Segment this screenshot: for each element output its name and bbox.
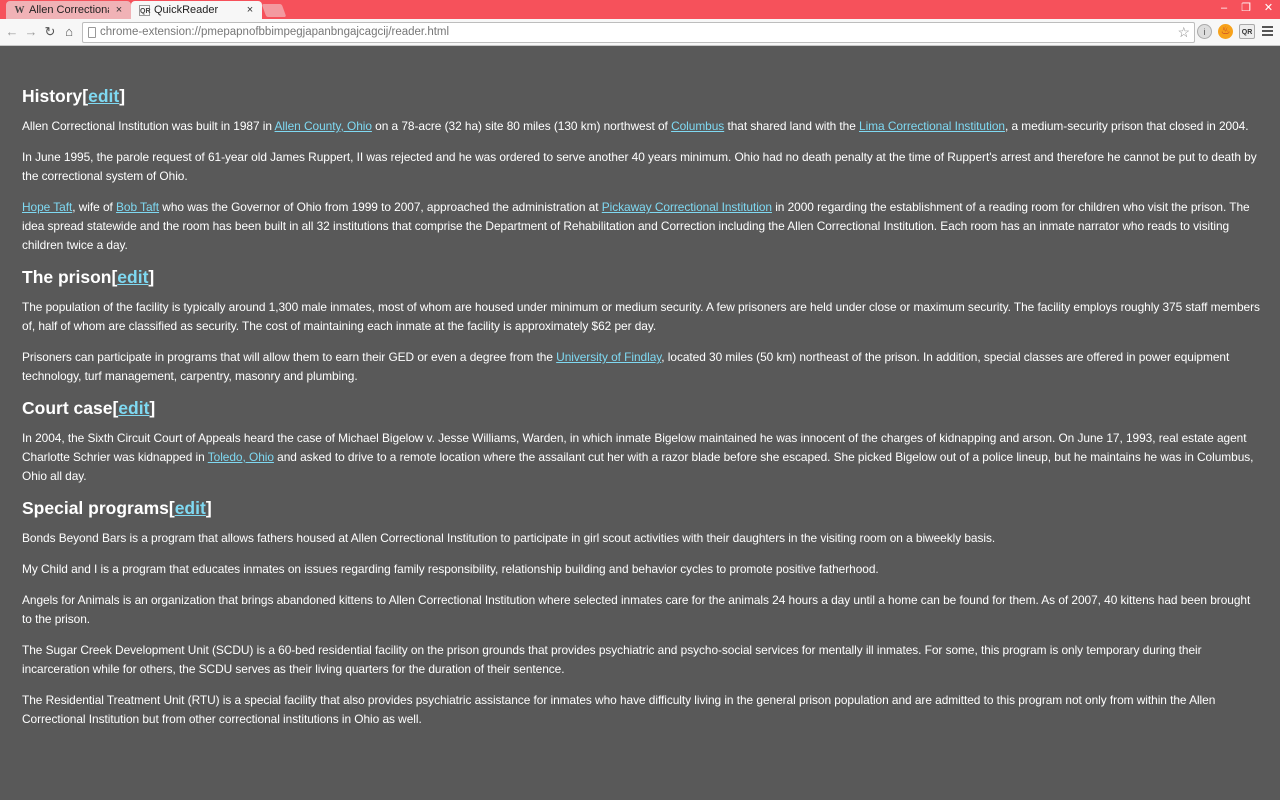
section-court-case: Court case[edit] In 2004, the Sixth Circ… xyxy=(22,396,1260,486)
reader-content: History[edit] Allen Correctional Institu… xyxy=(22,84,1260,741)
paragraph: Angels for Animals is an organization th… xyxy=(22,593,1251,626)
section-the-prison: The prison[edit] The population of the f… xyxy=(22,265,1260,386)
edit-link[interactable]: edit xyxy=(175,498,206,518)
section-heading: Court case[edit] xyxy=(22,398,156,418)
edit-link[interactable]: edit xyxy=(118,398,149,418)
tab-close-icon[interactable]: × xyxy=(113,4,125,16)
tab-title: QuickReader xyxy=(154,4,219,16)
browser-toolbar: ← → ↻ ⌂ chrome-extension://pmepapnofbbim… xyxy=(0,19,1280,46)
section-heading: The prison[edit] xyxy=(22,267,155,287)
paragraph: The Residential Treatment Unit (RTU) is … xyxy=(22,693,1216,726)
extension-flame-icon[interactable]: ♨ xyxy=(1218,24,1233,39)
reload-icon[interactable]: ↻ xyxy=(42,24,58,40)
hamburger-menu-icon[interactable] xyxy=(1262,26,1273,36)
maximize-button[interactable]: ❐ xyxy=(1235,0,1257,17)
paragraph: Hope Taft, wife of Bob Taft who was the … xyxy=(22,200,1250,252)
close-window-button[interactable]: ✕ xyxy=(1257,0,1280,17)
tab-allen-correctional[interactable]: W Allen Correctional Institution × xyxy=(6,1,131,19)
section-history: History[edit] Allen Correctional Institu… xyxy=(22,84,1260,255)
section-special-programs: Special programs[edit] Bonds Beyond Bars… xyxy=(22,496,1260,729)
page-icon xyxy=(88,27,96,38)
link-toledo-ohio[interactable]: Toledo, Ohio xyxy=(208,450,274,464)
paragraph: Prisoners can participate in programs th… xyxy=(22,350,1230,383)
link-pickaway-correctional[interactable]: Pickaway Correctional Institution xyxy=(602,200,772,214)
title-bar: W Allen Correctional Institution × QR Qu… xyxy=(0,0,1280,19)
tab-close-icon[interactable]: × xyxy=(244,4,256,16)
paragraph: The population of the facility is typica… xyxy=(22,300,1260,333)
link-allen-county[interactable]: Allen County, Ohio xyxy=(275,119,372,133)
forward-arrow-icon[interactable]: → xyxy=(23,24,39,40)
paragraph: My Child and I is a program that educate… xyxy=(22,562,879,576)
tab-title: Allen Correctional Institution xyxy=(29,4,109,16)
new-tab-button[interactable] xyxy=(261,4,287,17)
address-bar[interactable]: chrome-extension://pmepapnofbbimpegjapan… xyxy=(82,22,1195,43)
section-heading: Special programs[edit] xyxy=(22,498,212,518)
paragraph: In 2004, the Sixth Circuit Court of Appe… xyxy=(22,431,1254,483)
extension-info-icon[interactable]: i xyxy=(1197,24,1212,39)
link-bob-taft[interactable]: Bob Taft xyxy=(116,200,159,214)
minimize-button[interactable]: – xyxy=(1213,0,1235,17)
wikipedia-favicon-icon: W xyxy=(14,4,25,16)
home-icon[interactable]: ⌂ xyxy=(61,24,77,40)
link-lima-correctional[interactable]: Lima Correctional Institution xyxy=(859,119,1005,133)
back-arrow-icon[interactable]: ← xyxy=(4,24,20,40)
bookmark-star-icon[interactable]: ☆ xyxy=(1177,23,1190,42)
quickreader-extension-icon[interactable]: QR xyxy=(1239,24,1255,39)
paragraph: Bonds Beyond Bars is a program that allo… xyxy=(22,531,996,545)
tab-quickreader[interactable]: QR QuickReader × xyxy=(131,1,262,19)
paragraph: In June 1995, the parole request of 61-y… xyxy=(22,150,1257,183)
url-text: chrome-extension://pmepapnofbbimpegjapan… xyxy=(100,26,450,38)
link-university-of-findlay[interactable]: University of Findlay xyxy=(556,350,661,364)
edit-link[interactable]: edit xyxy=(88,86,119,106)
edit-link[interactable]: edit xyxy=(117,267,148,287)
paragraph: Allen Correctional Institution was built… xyxy=(22,119,1249,133)
paragraph: The Sugar Creek Development Unit (SCDU) … xyxy=(22,643,1202,676)
link-hope-taft[interactable]: Hope Taft xyxy=(22,200,72,214)
section-heading: History[edit] xyxy=(22,86,126,106)
quickreader-favicon-icon: QR xyxy=(139,4,151,16)
link-columbus[interactable]: Columbus xyxy=(671,119,724,133)
